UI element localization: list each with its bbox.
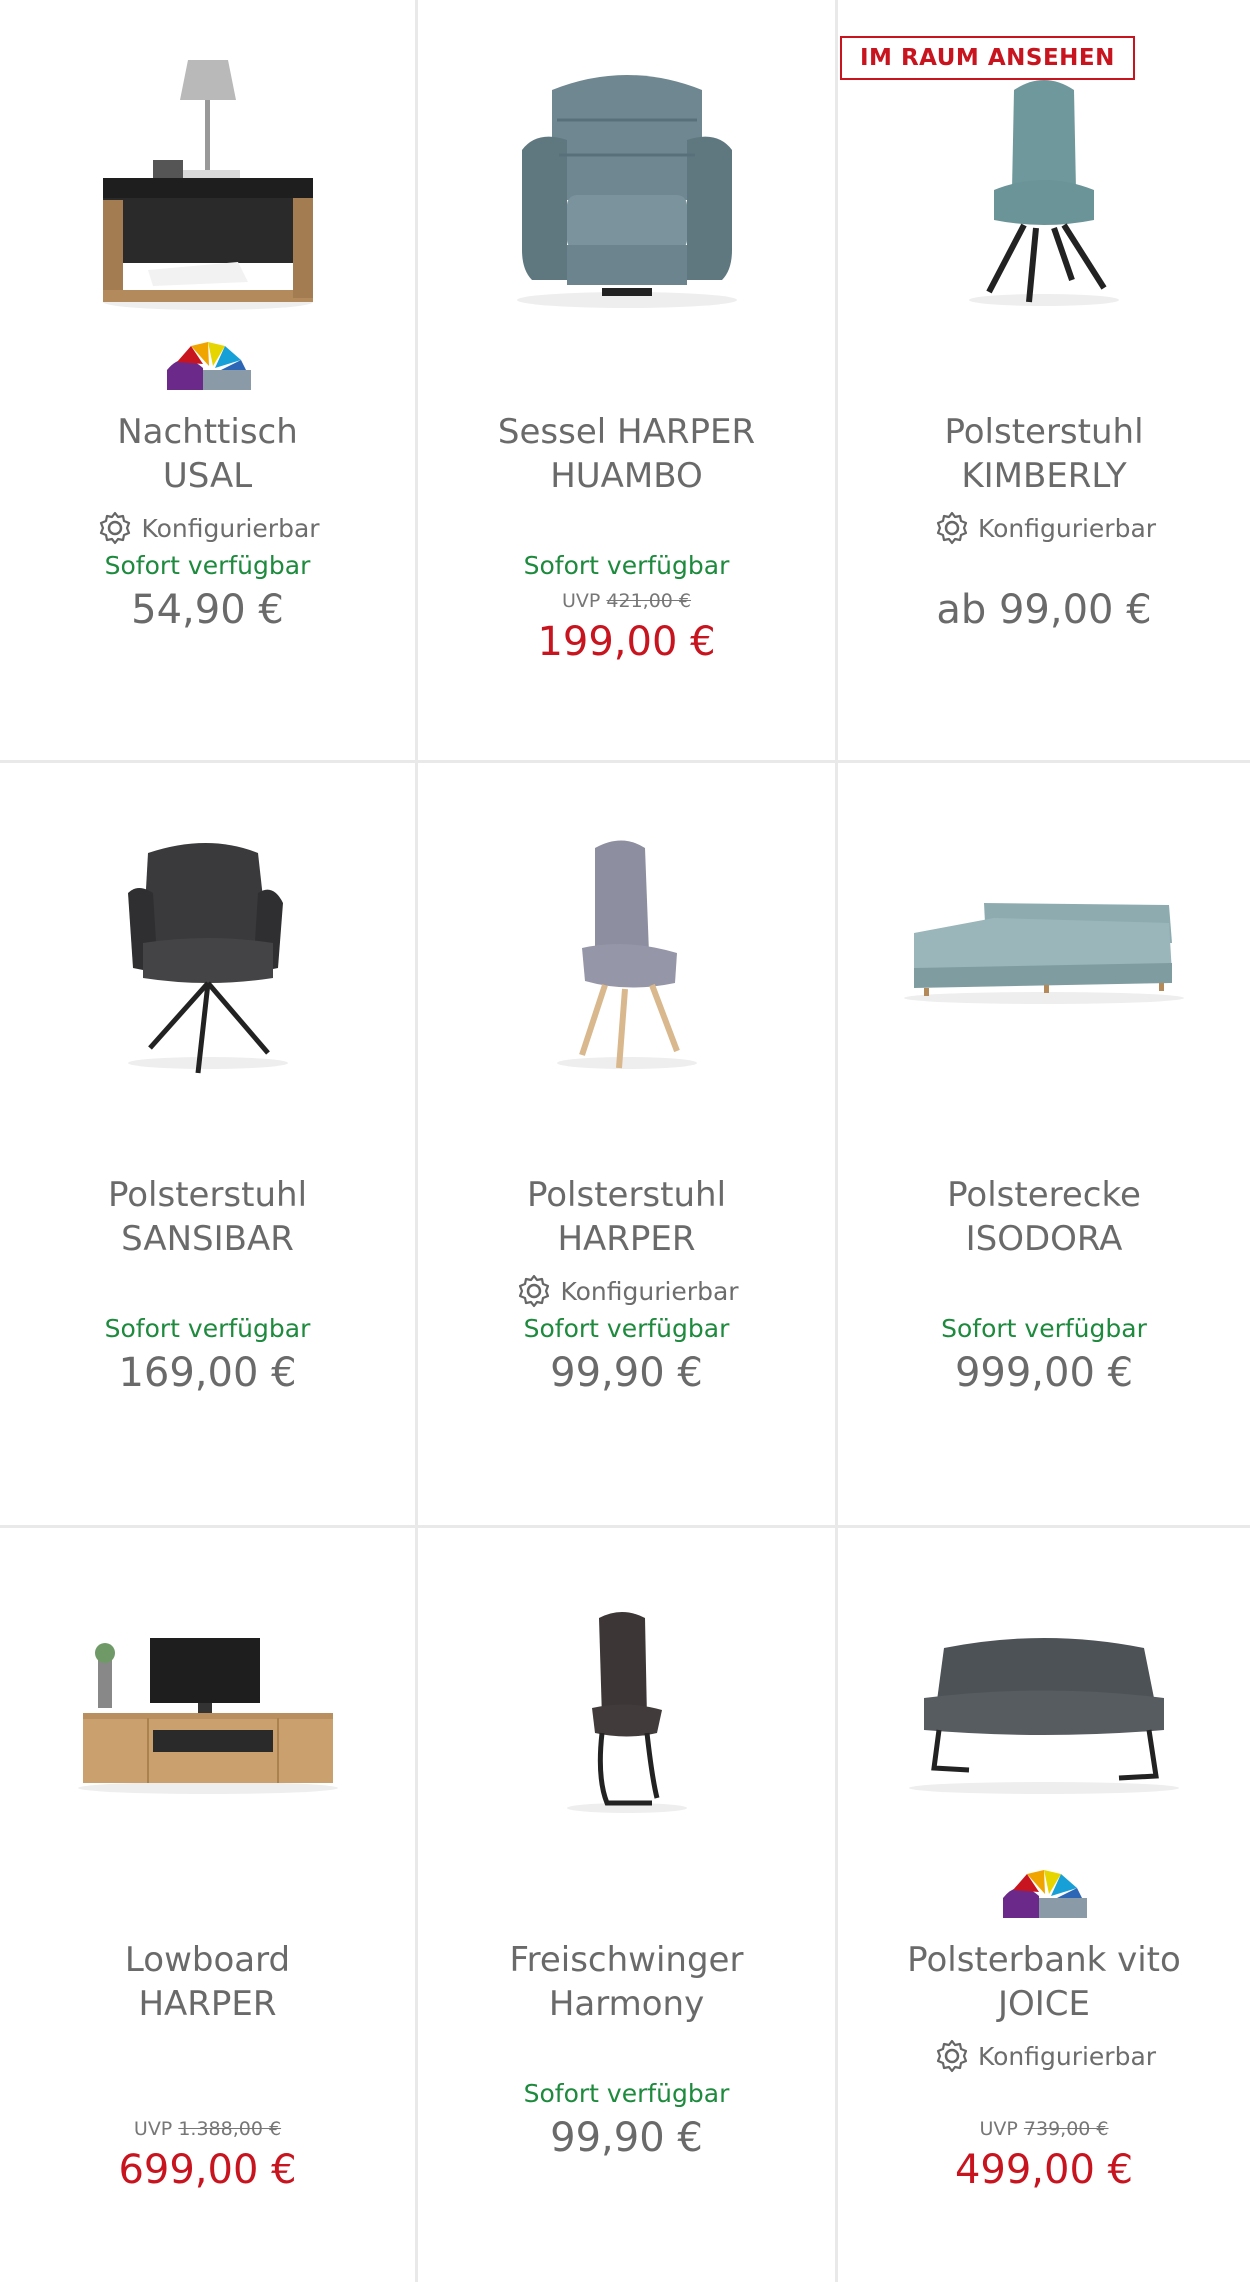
product-title[interactable]: Polsterstuhl KIMBERLY (838, 410, 1250, 498)
uvp-price: UVP 1.388,00 € (133, 2118, 282, 2140)
product-title[interactable]: Polsterstuhl HARPER (418, 1173, 835, 1261)
product-card[interactable]: IM RAUM ANSEHEN Polsterstuhl KIMBERLY Ko… (838, 0, 1250, 763)
product-title[interactable]: Polsterbank vito JOICE (838, 1938, 1250, 2026)
availability-placeholder (838, 548, 1250, 584)
configurable-placeholder (838, 1271, 1250, 1311)
availability-text: Sofort verfügbar (523, 2079, 730, 2108)
uvp-price: UVP 739,00 € (979, 2118, 1109, 2140)
availability-placeholder (838, 2076, 1250, 2112)
configurable-placeholder (0, 1271, 415, 1311)
product-card[interactable]: Nachttisch USAL Konfigurierbar Sofort ve… (0, 0, 418, 763)
product-card[interactable]: Polsterstuhl SANSIBAR Sofort verfügbar 1… (0, 763, 418, 1528)
price: 99,90 € (550, 2115, 703, 2161)
price: 54,90 € (131, 587, 284, 633)
price: ab 99,00 € (936, 587, 1152, 633)
sale-price: 499,00 € (954, 2147, 1134, 2193)
product-image[interactable] (418, 783, 835, 1103)
product-image[interactable] (838, 1548, 1250, 1868)
availability-text: Sofort verfügbar (941, 1314, 1147, 1343)
availability-text: Sofort verfügbar (104, 551, 311, 580)
product-card[interactable]: Sessel HARPER HUAMBO Sofort verfügbar UV… (418, 0, 838, 763)
energy-label-icon[interactable] (999, 1868, 1089, 1923)
product-image[interactable] (838, 783, 1250, 1103)
armchair-swivel-image (127, 843, 288, 1074)
product-image[interactable] (0, 20, 415, 340)
configurable-label: Konfigurierbar (0, 508, 415, 548)
product-card[interactable]: Polsterecke ISODORA Sofort verfügbar 999… (838, 763, 1250, 1528)
product-card[interactable]: Polsterstuhl HARPER Konfigurierbar Sofor… (418, 763, 838, 1528)
grey-chair-image (556, 840, 697, 1069)
product-card[interactable]: Lowboard HARPER UVP 1.388,00 € 699,00 € (0, 1528, 418, 2282)
configurable-placeholder (418, 508, 835, 548)
product-title[interactable]: Freischwinger Harmony (418, 1938, 835, 2026)
configurable-label: Konfigurierbar (418, 1271, 835, 1311)
nightstand-image (102, 60, 313, 310)
corner-sofa-image (904, 903, 1184, 1004)
product-grid: Nachttisch USAL Konfigurierbar Sofort ve… (0, 0, 1250, 2282)
uvp-price: UVP 421,00 € (561, 590, 692, 612)
product-image[interactable] (0, 1548, 415, 1868)
gear-icon (936, 511, 968, 545)
cantilever-chair-image (566, 1612, 687, 1813)
configurable-label: Konfigurierbar (838, 2036, 1250, 2076)
product-image[interactable] (0, 783, 415, 1103)
product-title[interactable]: Nachttisch USAL (0, 410, 415, 498)
energy-label-icon[interactable] (163, 340, 253, 395)
product-image[interactable] (418, 1548, 835, 1868)
lowboard-image (77, 1638, 338, 1794)
availability-text: Sofort verfügbar (523, 1314, 730, 1343)
gear-icon (100, 511, 131, 545)
recliner-image (516, 75, 737, 308)
product-title[interactable]: Polsterstuhl SANSIBAR (0, 1173, 415, 1261)
sale-price: 699,00 € (118, 2147, 297, 2193)
bench-image (909, 1638, 1179, 1794)
gear-icon (936, 2039, 968, 2073)
configurable-placeholder (0, 2036, 415, 2076)
availability-placeholder (0, 2076, 415, 2112)
price: 99,90 € (550, 1350, 703, 1396)
product-title[interactable]: Lowboard HARPER (0, 1938, 415, 2026)
availability-text: Sofort verfügbar (523, 551, 730, 580)
product-title[interactable]: Sessel HARPER HUAMBO (418, 410, 835, 498)
product-title[interactable]: Polsterecke ISODORA (838, 1173, 1250, 1261)
product-card[interactable]: Polsterbank vito JOICE Konfigurierbar UV… (838, 1528, 1250, 2282)
price: 999,00 € (954, 1350, 1134, 1396)
sale-price: 199,00 € (537, 619, 716, 665)
price: 169,00 € (118, 1350, 297, 1396)
product-card[interactable]: Freischwinger Harmony Sofort verfügbar 9… (418, 1528, 838, 2282)
gear-icon (519, 1274, 550, 1308)
configurable-label: Konfigurierbar (838, 508, 1250, 548)
product-image[interactable] (418, 20, 835, 340)
configurable-placeholder (418, 2036, 835, 2076)
availability-text: Sofort verfügbar (104, 1314, 311, 1343)
view-in-room-badge[interactable]: IM RAUM ANSEHEN (840, 36, 1135, 80)
